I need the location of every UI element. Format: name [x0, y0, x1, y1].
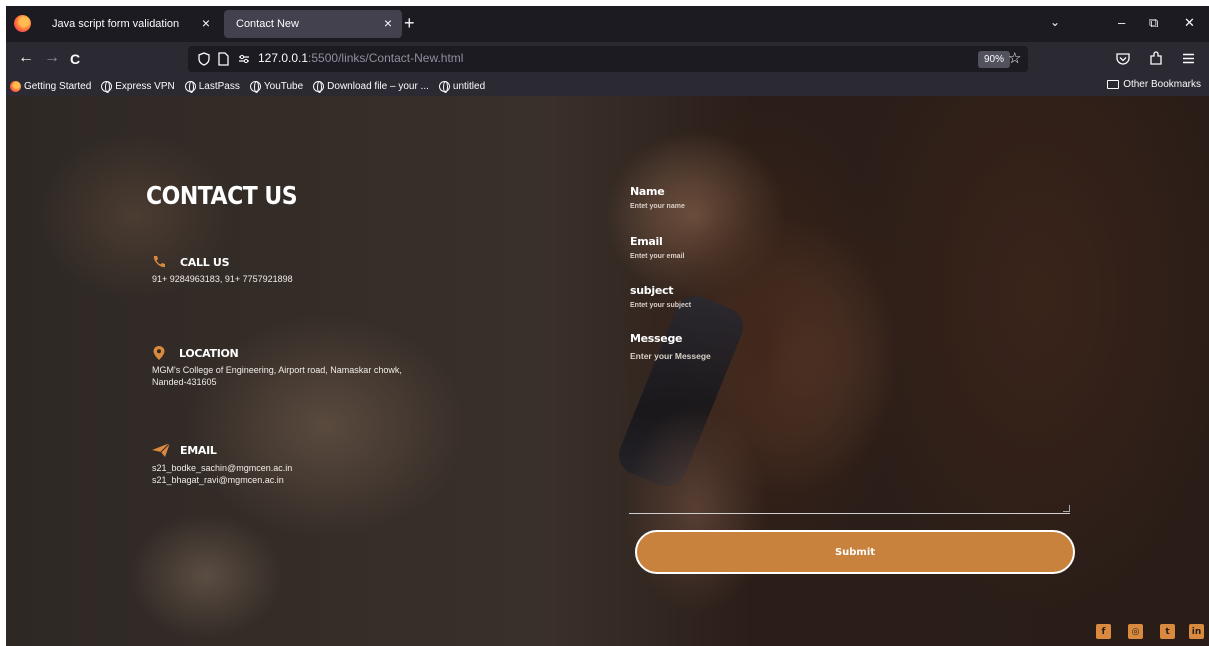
- reload-button[interactable]: C: [70, 51, 80, 67]
- other-bookmarks-label: Other Bookmarks: [1123, 79, 1201, 90]
- address-line-2: Nanded-431605: [152, 377, 217, 387]
- permissions-icon[interactable]: [238, 54, 250, 64]
- call-us-header: CALL US: [152, 255, 230, 269]
- tab-contact-new[interactable]: Contact New ×: [224, 10, 402, 38]
- background-photo-hand: [606, 396, 786, 646]
- message-textarea[interactable]: Enter your Messege: [630, 351, 711, 361]
- contact-us-heading: CONTACT US: [146, 182, 298, 211]
- message-label: Messege: [630, 332, 683, 345]
- phone-icon: [153, 256, 165, 268]
- globe-icon: [101, 80, 113, 93]
- bookmark-label: untitled: [452, 80, 486, 92]
- twitter-icon[interactable]: t: [1160, 624, 1175, 639]
- folder-icon: [1107, 80, 1120, 89]
- restore-button[interactable]: ⧉: [1149, 15, 1158, 31]
- subject-input[interactable]: Entet your subject: [630, 302, 691, 309]
- paper-plane-icon: [152, 443, 170, 457]
- bookmark-label: YouTube: [263, 80, 304, 92]
- url-host: 127.0.0.1: [258, 51, 309, 65]
- bookmark-download-file[interactable]: Download file – your ...: [313, 80, 429, 93]
- bookmark-lastpass[interactable]: LastPass: [184, 80, 240, 93]
- globe-icon: [313, 80, 325, 93]
- email-field-label: Email: [630, 235, 663, 248]
- email-header: EMAIL: [152, 443, 217, 457]
- url-text[interactable]: 127.0.0.1:5500/links/Contact-New.html: [258, 51, 463, 65]
- address-line-1: MGM's College of Engineering, Airport ro…: [152, 365, 402, 375]
- email-input[interactable]: Entet your email: [630, 253, 684, 260]
- textarea-resize-handle[interactable]: [1063, 505, 1070, 512]
- globe-icon: [249, 80, 261, 93]
- instagram-icon[interactable]: ◎: [1128, 624, 1143, 639]
- email-address-1: s21_bodke_sachin@mgmcen.ac.in: [152, 463, 293, 473]
- tab-title: Contact New: [236, 18, 299, 30]
- back-button[interactable]: ←: [18, 49, 34, 67]
- submit-button[interactable]: Submit: [635, 530, 1075, 574]
- location-header: LOCATION: [153, 346, 239, 360]
- page-icon[interactable]: [218, 52, 229, 66]
- bookmark-express-vpn[interactable]: Express VPN: [101, 80, 175, 93]
- hamburger-menu-icon[interactable]: [1182, 53, 1195, 64]
- message-underline: [629, 513, 1070, 514]
- bookmark-label: LastPass: [198, 80, 240, 92]
- url-path: :5500/links/Contact-New.html: [308, 51, 464, 65]
- globe-icon: [184, 80, 196, 93]
- close-window-button[interactable]: ✕: [1184, 15, 1195, 31]
- zoom-indicator[interactable]: 90%: [978, 51, 1011, 68]
- linkedin-icon[interactable]: in: [1189, 624, 1204, 639]
- location-pin-icon: [153, 346, 165, 360]
- tab-java-script-form-validation[interactable]: Java script form validation ×: [40, 10, 220, 38]
- navigation-toolbar: ← → C 127.0.0.1:5500/links/Contact-New.h…: [6, 42, 1209, 76]
- name-input[interactable]: Entet your name: [630, 203, 685, 210]
- contact-page: CONTACT US CALL US 91+ 9284963183, 91+ 7…: [6, 96, 1209, 646]
- bookmark-label: Download file – your ...: [327, 80, 429, 92]
- bookmark-label: Getting Started: [24, 80, 92, 92]
- bookmark-label: Express VPN: [115, 80, 175, 92]
- email-label: EMAIL: [180, 443, 217, 457]
- close-tab-icon[interactable]: ×: [202, 15, 210, 31]
- subject-label: subject: [630, 284, 674, 297]
- phone-numbers: 91+ 9284963183, 91+ 7757921898: [152, 274, 293, 284]
- new-tab-button[interactable]: +: [404, 13, 415, 34]
- bookmark-youtube[interactable]: YouTube: [249, 80, 304, 93]
- call-us-label: CALL US: [180, 255, 230, 269]
- bookmark-getting-started[interactable]: Getting Started: [10, 80, 92, 92]
- pocket-icon[interactable]: [1116, 52, 1130, 65]
- browser-window: Java script form validation × Contact Ne…: [6, 6, 1209, 646]
- url-bar[interactable]: 127.0.0.1:5500/links/Contact-New.html 90…: [188, 46, 1028, 72]
- other-bookmarks-folder[interactable]: Other Bookmarks: [1107, 79, 1201, 90]
- extensions-icon[interactable]: [1149, 51, 1163, 66]
- location-label: LOCATION: [179, 346, 239, 360]
- forward-button[interactable]: →: [44, 49, 60, 67]
- bookmarks-toolbar: Getting Started Express VPN LastPass You…: [6, 76, 1209, 96]
- facebook-icon[interactable]: f: [1096, 624, 1111, 639]
- tab-title: Java script form validation: [52, 18, 180, 30]
- close-tab-icon[interactable]: ×: [384, 15, 392, 31]
- minimize-button[interactable]: –: [1118, 15, 1125, 30]
- tab-bar: Java script form validation × Contact Ne…: [6, 6, 1209, 42]
- name-label: Name: [630, 185, 665, 198]
- bookmark-untitled[interactable]: untitled: [438, 80, 486, 93]
- firefox-icon: [10, 80, 21, 92]
- firefox-menu-icon[interactable]: [14, 15, 31, 32]
- bookmark-star-icon[interactable]: ☆: [1008, 49, 1021, 67]
- email-address-2: s21_bhagat_ravi@mgmcen.ac.in: [152, 475, 284, 485]
- tracking-protection-shield-icon[interactable]: [198, 52, 210, 66]
- globe-icon: [438, 80, 450, 93]
- list-all-tabs-icon[interactable]: ⌄: [1050, 15, 1060, 29]
